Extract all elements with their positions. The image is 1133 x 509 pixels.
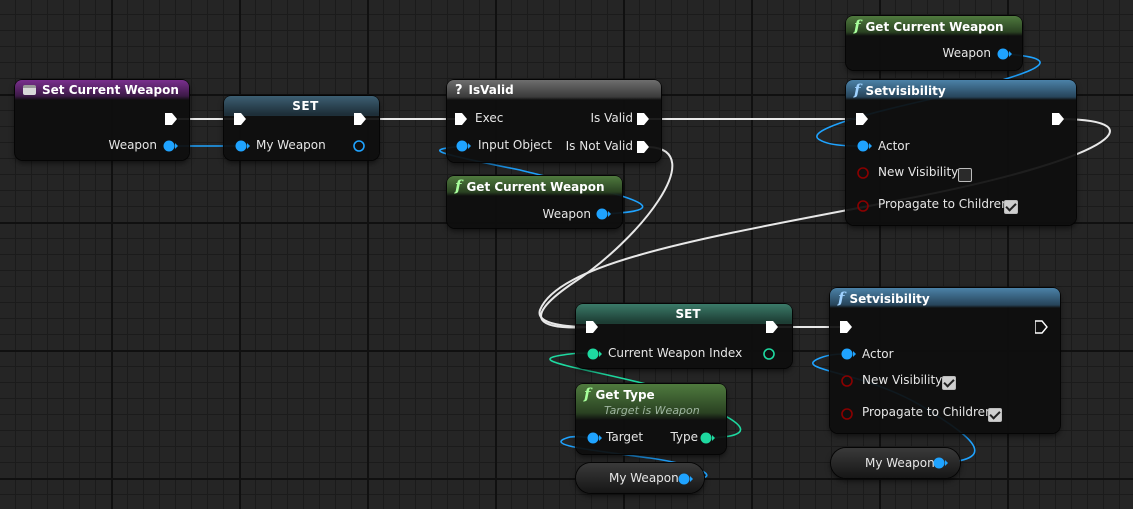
exec-in-pin[interactable]: [586, 320, 600, 334]
exec-out-pin[interactable]: [1052, 112, 1066, 126]
node-header[interactable]: f Setvisibility: [830, 288, 1060, 308]
my-weapon-in-pin[interactable]: [234, 139, 252, 153]
propagate-checkbox[interactable]: [1004, 200, 1018, 214]
function-icon: f: [838, 289, 845, 307]
actor-in-pin[interactable]: [840, 347, 858, 361]
pin-label: Is Valid: [590, 111, 633, 125]
node-title: Get Current Weapon: [466, 180, 605, 194]
actor-in-pin[interactable]: [856, 139, 874, 153]
get-current-weapon-node[interactable]: f Get Current Weapon Weapon: [447, 176, 622, 228]
function-icon: f: [455, 177, 462, 195]
exec-in-pin[interactable]: [840, 320, 854, 334]
index-in-pin[interactable]: [586, 347, 604, 361]
is-not-valid-exec-out-pin[interactable]: [637, 140, 651, 154]
get-type-node[interactable]: f Get Type Target is Weapon Target Type: [576, 384, 726, 454]
propagate-checkbox[interactable]: [988, 408, 1002, 422]
node-title: Get Current Weapon: [865, 20, 1004, 34]
new-visibility-checkbox[interactable]: [958, 168, 972, 182]
pin-label: Weapon: [542, 207, 591, 221]
pin-label: Actor: [878, 139, 910, 153]
is-valid-macro-node[interactable]: ? IsValid Exec Is Valid Input Object Is N…: [447, 80, 661, 162]
pin-label: Weapon: [942, 46, 991, 60]
weapon-out-pin[interactable]: [595, 207, 613, 221]
function-icon: f: [584, 385, 591, 403]
weapon-out-pin[interactable]: [996, 47, 1014, 61]
node-title: IsValid: [468, 83, 514, 97]
pin-label: Exec: [475, 111, 504, 125]
target-in-pin[interactable]: [586, 431, 604, 445]
is-valid-exec-out-pin[interactable]: [637, 112, 651, 126]
pin-label: Input Object: [478, 138, 552, 152]
set-current-weapon-index-node[interactable]: SET Current Weapon Index: [576, 304, 792, 368]
set-current-weapon-event-node[interactable]: Set Current Weapon Weapon: [15, 80, 189, 160]
input-object-in-pin[interactable]: [455, 139, 473, 153]
new-visibility-in-pin[interactable]: [856, 166, 872, 180]
propagate-in-pin[interactable]: [840, 407, 856, 421]
new-visibility-in-pin[interactable]: [840, 374, 856, 388]
exec-wire: [540, 146, 674, 329]
type-out-pin[interactable]: [699, 431, 717, 445]
exec-out-pin[interactable]: [1035, 320, 1049, 334]
pin-label: Propagate to Children: [862, 405, 993, 419]
pin-label: New Visibility: [878, 165, 959, 179]
my-weapon-variable-node[interactable]: My Weapon: [831, 448, 960, 478]
node-title: Setvisibility: [849, 292, 930, 306]
my-weapon-variable-node[interactable]: My Weapon: [576, 463, 704, 493]
pin-label: Weapon: [108, 138, 157, 152]
node-header[interactable]: Set Current Weapon: [15, 80, 189, 100]
pin-label: Is Not Valid: [565, 139, 633, 153]
exec-in-pin[interactable]: [455, 112, 469, 126]
node-header[interactable]: ? IsValid: [447, 80, 661, 100]
node-header[interactable]: f Setvisibility: [846, 80, 1076, 100]
pin-label: Current Weapon Index: [608, 346, 743, 360]
my-weapon-out-pin[interactable]: [932, 456, 950, 470]
set-my-weapon-node[interactable]: SET My Weapon: [224, 96, 379, 160]
propagate-in-pin[interactable]: [856, 199, 872, 213]
event-icon: [23, 85, 36, 95]
pin-label: Actor: [862, 347, 894, 361]
weapon-out-pin[interactable]: [162, 139, 180, 153]
pin-label: Propagate to Children: [878, 197, 1009, 211]
node-title: Get Type: [595, 388, 655, 402]
node-title: Set Current Weapon: [42, 83, 179, 97]
my-weapon-out-pin[interactable]: [677, 472, 695, 486]
node-title: Setvisibility: [865, 84, 946, 98]
question-icon: ?: [455, 83, 463, 98]
node-subtitle: Target is Weapon: [604, 404, 700, 417]
exec-out-pin[interactable]: [165, 112, 179, 126]
function-icon: f: [854, 81, 861, 99]
exec-out-pin[interactable]: [766, 320, 780, 334]
new-visibility-checkbox[interactable]: [942, 376, 956, 390]
set-visibility-node[interactable]: f Setvisibility Actor New Visibility Prop…: [830, 288, 1060, 433]
variable-label: My Weapon: [865, 456, 935, 470]
node-header[interactable]: f Get Current Weapon: [447, 176, 622, 196]
my-weapon-out-pin[interactable]: [352, 139, 368, 153]
exec-in-pin[interactable]: [856, 112, 870, 126]
get-current-weapon-node[interactable]: f Get Current Weapon Weapon: [846, 16, 1022, 70]
function-icon: f: [854, 17, 861, 35]
exec-out-pin[interactable]: [354, 112, 368, 126]
pin-label: Type: [670, 430, 698, 444]
pin-label: New Visibility: [862, 373, 943, 387]
index-out-pin[interactable]: [762, 347, 778, 361]
pin-label: Target: [606, 430, 644, 444]
node-header[interactable]: f Get Current Weapon: [846, 16, 1022, 36]
set-visibility-node[interactable]: f Setvisibility Actor New Visibility Prop…: [846, 80, 1076, 225]
variable-label: My Weapon: [609, 471, 679, 485]
exec-in-pin[interactable]: [234, 112, 248, 126]
pin-label: My Weapon: [256, 138, 326, 152]
node-header[interactable]: SET: [576, 304, 792, 324]
